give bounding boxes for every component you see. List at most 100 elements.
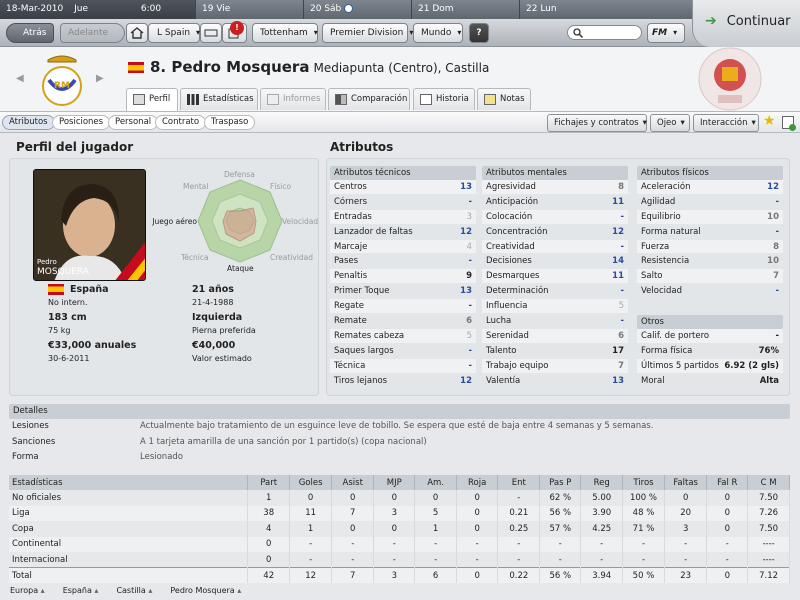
stats-header-4[interactable]: MJP (373, 475, 416, 490)
table-cell: Copa (9, 521, 249, 537)
league-dropdown[interactable]: L Spain (148, 23, 200, 43)
star-icon[interactable]: ★ (763, 113, 776, 129)
day-cell[interactable]: 20 Sáb (304, 0, 412, 19)
day-cell[interactable]: 22 Lun (520, 0, 692, 19)
table-cell: - (456, 536, 499, 552)
attribute-name: Agilidad (641, 196, 676, 207)
attribute-value: 14 (612, 256, 624, 267)
radar-label-mental: Mental (183, 182, 209, 191)
age-value: 21 años (192, 284, 234, 295)
table-cell: 1 (414, 521, 457, 537)
help-button[interactable]: ? (469, 23, 489, 43)
table-cell: - (622, 552, 665, 568)
attribute-row: Trabajo equipo 7 (482, 358, 628, 374)
continue-button[interactable]: ➔ Continuar (692, 0, 800, 47)
stats-header-3[interactable]: Asist (331, 475, 375, 490)
back-button[interactable]: Atrás (6, 23, 55, 43)
table-cell: - (706, 536, 749, 552)
attribute-value: 6.92 (2 gls) (724, 360, 779, 371)
breadcrumb-item[interactable]: Castilla (116, 584, 152, 600)
tab-notas[interactable]: Notas (477, 88, 531, 110)
breadcrumb-item[interactable]: Europa (10, 584, 45, 600)
stats-header-0[interactable]: Estadísticas (9, 475, 249, 490)
physical-header: Atributos físicos (637, 166, 783, 180)
detail-value: Actualmente bajo tratamiento de un esgui… (140, 421, 654, 432)
attribute-value: - (468, 345, 472, 356)
table-cell: 62 % (539, 490, 582, 506)
table-cell: 6 (414, 567, 457, 583)
report-icon (267, 94, 279, 105)
tab-comparacion[interactable]: Comparación (328, 88, 410, 110)
table-cell: 0 (456, 490, 499, 506)
subtab-atributos[interactable]: Atributos (2, 115, 55, 130)
search-input[interactable] (567, 25, 642, 40)
subtab-personal[interactable]: Personal (108, 115, 159, 130)
home-button[interactable] (126, 23, 148, 43)
day-cell[interactable]: 21 Dom (412, 0, 520, 19)
interaction-dropdown[interactable]: Interacción (693, 114, 759, 132)
stats-header-11[interactable]: Faltas (664, 475, 708, 490)
tab-estadisticas[interactable]: Estadísticas (180, 88, 258, 110)
tab-perfil[interactable]: Perfil (126, 88, 178, 111)
table-cell: - (289, 536, 333, 552)
subtab-traspaso[interactable]: Traspaso (204, 115, 256, 130)
attribute-row: Calif. de portero - (637, 329, 783, 344)
table-cell: - (414, 552, 457, 568)
birth-date: 21-4-1988 (192, 298, 234, 307)
attribute-row: Forma natural - (637, 225, 783, 240)
table-cell: 4.25 (580, 521, 624, 537)
tab-label: Notas (500, 94, 525, 104)
notification-badge[interactable]: ! (230, 21, 244, 35)
table-cell: 0.22 (497, 567, 541, 583)
spain-flag-icon (48, 284, 64, 295)
add-note-icon[interactable] (782, 116, 796, 131)
detail-row: Lesiones Actualmente bajo tratamiento de … (9, 419, 790, 435)
table-cell: 0 (456, 505, 499, 521)
stats-header-10[interactable]: Tiros (622, 475, 665, 490)
next-player-arrow[interactable]: ▶ (96, 73, 104, 84)
stats-header-2[interactable]: Goles (289, 475, 333, 490)
stats-header-9[interactable]: Reg (580, 475, 624, 490)
attribute-name: Agresividad (486, 181, 536, 192)
prev-player-arrow[interactable]: ◀ (16, 73, 24, 84)
table-cell: - (289, 552, 333, 568)
table-cell: - (706, 552, 749, 568)
stats-header-1[interactable]: Part (247, 475, 290, 490)
breadcrumb-item[interactable]: Pedro Mosquera (170, 584, 241, 600)
stats-header-6[interactable]: Roja (456, 475, 499, 490)
table-cell: 0 (373, 521, 416, 537)
forward-button[interactable]: Adelante (60, 23, 126, 43)
tab-historia[interactable]: Historia (413, 88, 475, 110)
competition-dropdown[interactable]: Premier Division (322, 23, 408, 43)
attribute-row: Valentía 13 (482, 374, 628, 389)
fm-menu-button[interactable]: FM (647, 23, 685, 43)
table-cell: 56 % (539, 567, 582, 583)
table-cell: 7.50 (747, 521, 790, 537)
breadcrumb-item[interactable]: España (63, 584, 99, 600)
inbox-button[interactable] (200, 23, 222, 43)
tab-informes[interactable]: Informes (260, 88, 326, 110)
table-cell: - (664, 536, 708, 552)
day-cell[interactable]: 19 Vie (196, 0, 304, 19)
attribute-row: Velocidad - (637, 284, 783, 300)
world-dropdown[interactable]: Mundo (413, 23, 463, 43)
club-crest-icon: RM (42, 55, 82, 106)
stats-header-13[interactable]: C M (747, 475, 790, 490)
radar-label-creatividad: Creatividad (270, 253, 314, 262)
stats-header-7[interactable]: Ent (497, 475, 541, 490)
current-date[interactable]: 18-Mar-2010 Jue 6:00 (0, 0, 196, 19)
subtab-posiciones[interactable]: Posiciones (52, 115, 111, 130)
scout-dropdown[interactable]: Ojeo (650, 114, 690, 132)
attribute-row: Agresividad 8 (482, 180, 628, 195)
stats-header-5[interactable]: Am. (414, 475, 457, 490)
attribute-value: 10 (767, 211, 779, 222)
club-dropdown[interactable]: Tottenham (252, 23, 318, 43)
stats-header-12[interactable]: Fal R (706, 475, 749, 490)
day-name: Dom (432, 4, 454, 14)
stats-header-8[interactable]: Pas P (539, 475, 582, 490)
subtab-contrato[interactable]: Contrato (155, 115, 207, 130)
attribute-value: 5 (466, 330, 472, 341)
attribute-value: - (468, 196, 472, 207)
tab-label: Informes (283, 94, 321, 104)
contracts-dropdown[interactable]: Fichajes y contratos (547, 114, 647, 132)
